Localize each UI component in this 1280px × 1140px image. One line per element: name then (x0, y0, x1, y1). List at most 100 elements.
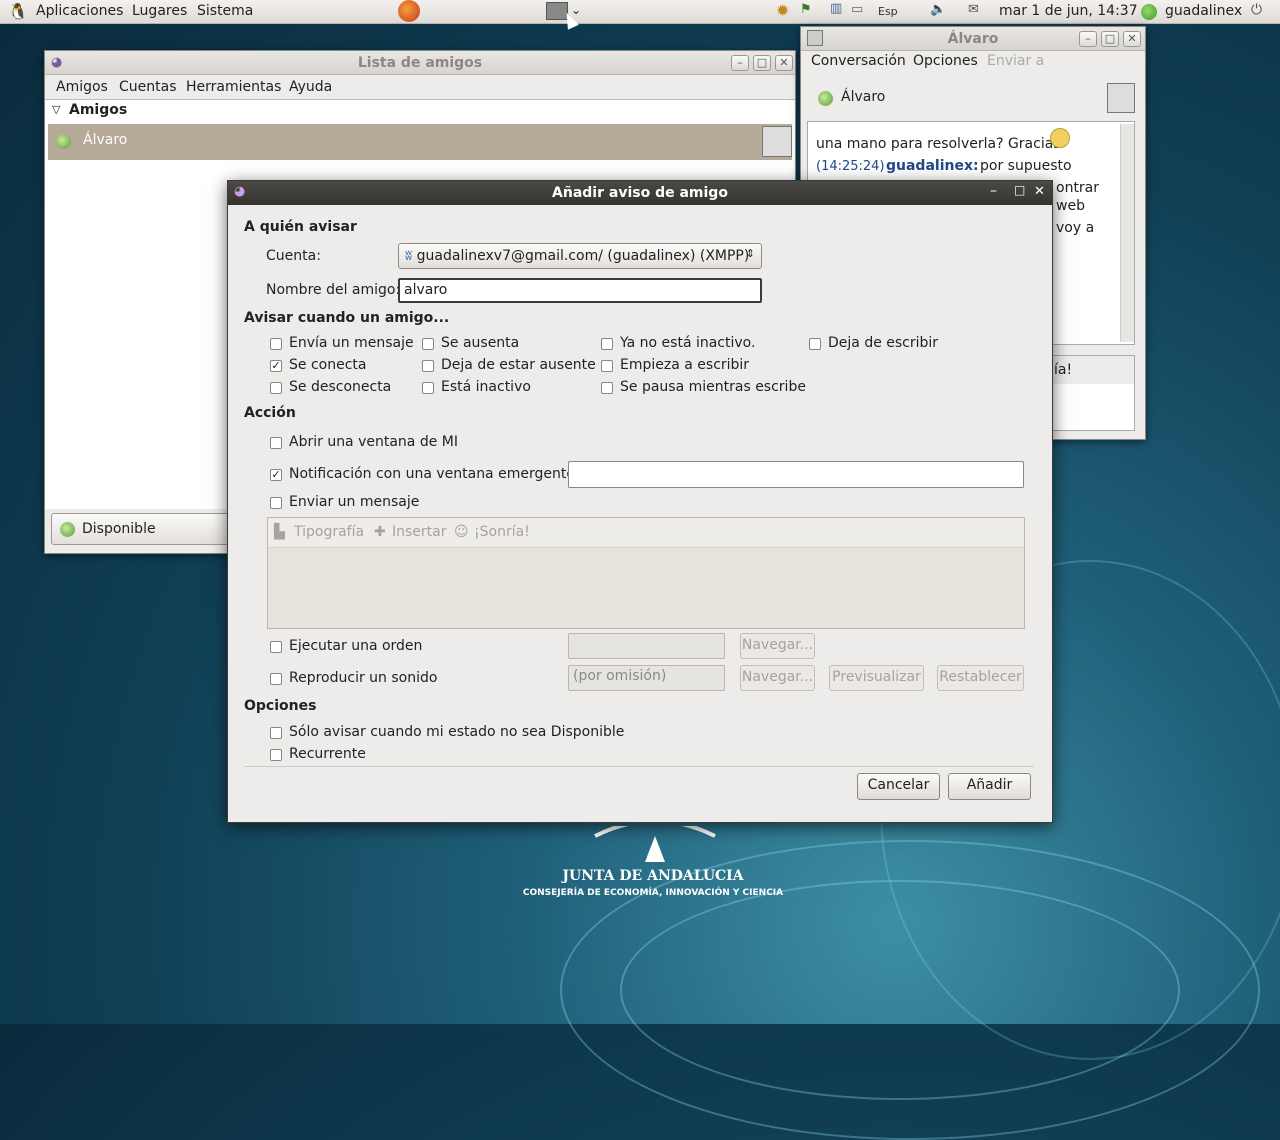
checkbox-execute[interactable] (270, 641, 282, 653)
network-icon[interactable]: ⚑ (800, 2, 812, 17)
maximize-button[interactable]: □ (753, 55, 771, 71)
panel-menu-places[interactable]: Lugares (132, 3, 187, 19)
maximize-button[interactable]: □ (1101, 31, 1119, 47)
buddy-row[interactable]: Álvaro (48, 124, 792, 160)
checkbox-starts-typing[interactable] (601, 360, 613, 372)
panel-user[interactable]: guadalinex (1165, 3, 1242, 19)
reset-button[interactable]: Restablecer (937, 665, 1024, 691)
editor-toolbar: ▙ Tipografía ✚ Insertar ☺ ¡Sonría! (268, 518, 1024, 548)
section-who: A quién avisar (244, 219, 357, 235)
message-fragment: web (1056, 198, 1085, 214)
checkbox-sends-message[interactable] (270, 338, 282, 350)
account-combo[interactable]: ʬ guadalinexv7@gmail.com/ (guadalinex) (… (398, 243, 762, 269)
account-value: guadalinexv7@gmail.com/ (guadalinex) (XM… (416, 248, 750, 264)
label-send-message: Enviar un mensaje (289, 494, 420, 510)
browse-command-button[interactable]: Navegar... (740, 633, 815, 659)
update-icon[interactable]: ✹ (776, 1, 789, 20)
menu-tools[interactable]: Herramientas (186, 79, 281, 95)
smiley-icon (1050, 128, 1070, 148)
dialog-title: Añadir aviso de amigo (552, 185, 728, 201)
minimize-button[interactable]: – (990, 183, 997, 199)
menu-conversation[interactable]: Conversación (811, 53, 906, 69)
checkbox-goes-idle[interactable] (422, 382, 434, 394)
group-header[interactable]: Amigos (69, 102, 127, 118)
checkbox-goes-away[interactable] (422, 338, 434, 350)
checkbox-popup[interactable]: ✓ (270, 469, 282, 481)
checkbox-returns[interactable] (422, 360, 434, 372)
maximize-button[interactable]: □ (1014, 183, 1025, 197)
status-available-icon[interactable] (1141, 4, 1157, 20)
section-action: Acción (244, 405, 296, 421)
browse-sound-button[interactable]: Navegar... (740, 665, 815, 691)
checkbox-recurring[interactable] (270, 749, 282, 761)
expander-icon[interactable]: ▽ (52, 103, 60, 116)
label-popup: Notificación con una ventana emergente (289, 466, 575, 482)
keyboard-layout[interactable]: Esp (878, 5, 898, 18)
cancel-button[interactable]: Cancelar (857, 773, 940, 800)
dialog-titlebar[interactable]: ◕ Añadir aviso de amigo – □ ✕ (228, 181, 1052, 205)
command-input[interactable] (568, 633, 725, 659)
add-buddy-pounce-dialog: ◕ Añadir aviso de amigo – □ ✕ A quién av… (227, 180, 1053, 823)
plus-icon: ✚ (374, 524, 386, 540)
message-sender: guadalinex: (886, 158, 979, 174)
panel-menu-applications[interactable]: Aplicaciones (36, 3, 123, 19)
label-execute: Ejecutar una orden (289, 638, 423, 654)
volume-icon[interactable]: 🔈 (930, 2, 946, 17)
smiley-icon: ☺ (454, 524, 469, 540)
toolbar-insert[interactable]: Insertar (392, 524, 447, 540)
panel-menu-system[interactable]: Sistema (197, 3, 253, 19)
buddy-name-input[interactable]: alvaro (398, 278, 762, 303)
drive-icon[interactable]: ▭ (851, 2, 863, 17)
scrollbar[interactable] (1120, 124, 1134, 342)
clipboard-icon[interactable]: ▥ (830, 1, 842, 16)
close-button[interactable]: ✕ (1123, 31, 1141, 47)
status-available-icon (60, 522, 75, 537)
conversation-titlebar[interactable]: Álvaro – □ ✕ (801, 27, 1145, 51)
status-available-icon (56, 134, 71, 149)
checkbox-send-message[interactable] (270, 497, 282, 509)
checkbox-pauses-typing[interactable] (601, 382, 613, 394)
message-editor[interactable]: ▙ Tipografía ✚ Insertar ☺ ¡Sonría! (267, 517, 1025, 629)
close-button[interactable]: ✕ (775, 55, 793, 71)
checkbox-signs-on[interactable]: ✓ (270, 360, 282, 372)
menu-options[interactable]: Opciones (913, 53, 978, 69)
distro-logo-icon[interactable]: 🐧 (8, 2, 28, 21)
menu-help[interactable]: Ayuda (289, 79, 332, 95)
label-no-longer-idle: Ya no está inactivo. (620, 335, 756, 351)
buddy-list-titlebar[interactable]: ◕ Lista de amigos – □ ✕ (45, 51, 795, 75)
checkbox-open-window[interactable] (270, 437, 282, 449)
label-signs-on: Se conecta (289, 357, 367, 373)
sound-input[interactable]: (por omisión) (568, 665, 725, 691)
add-button[interactable]: Añadir (948, 773, 1031, 800)
checkbox-stops-typing[interactable] (809, 338, 821, 350)
close-button[interactable]: ✕ (1034, 184, 1045, 199)
menu-send-to[interactable]: Enviar a (987, 53, 1044, 69)
power-icon[interactable]: ⏻ (1251, 2, 1262, 18)
toolbar-font[interactable]: Tipografía (294, 524, 364, 540)
account-label: Cuenta: (266, 248, 321, 264)
avatar (1107, 83, 1135, 113)
popup-text-input[interactable] (568, 461, 1024, 488)
section-options: Opciones (244, 698, 317, 714)
xmpp-icon: ʬ (405, 248, 413, 264)
checkbox-only-available[interactable] (270, 727, 282, 739)
checkbox-play-sound[interactable] (270, 673, 282, 685)
status-selector[interactable]: Disponible (51, 513, 241, 545)
label-recurring: Recurrente (289, 746, 366, 762)
window-title: Lista de amigos (357, 55, 483, 71)
menubar: Amigos Cuentas Herramientas Ayuda (45, 79, 795, 99)
clock[interactable]: mar 1 de jun, 14:37 (999, 3, 1138, 19)
buddy-name: Álvaro (841, 89, 886, 105)
avatar (762, 126, 792, 157)
minimize-button[interactable]: – (1079, 31, 1097, 47)
firefox-icon[interactable] (398, 0, 420, 22)
menu-accounts[interactable]: Cuentas (119, 79, 177, 95)
checkbox-no-longer-idle[interactable] (601, 338, 613, 350)
menu-buddies[interactable]: Amigos (56, 79, 108, 95)
toolbar-smile[interactable]: ¡Sonría! (474, 524, 530, 540)
mail-icon[interactable]: ✉ (968, 2, 979, 17)
minimize-button[interactable]: – (731, 55, 749, 71)
preview-button[interactable]: Previsualizar (829, 665, 924, 691)
section-when: Avisar cuando un amigo... (244, 310, 450, 326)
checkbox-signs-off[interactable] (270, 382, 282, 394)
